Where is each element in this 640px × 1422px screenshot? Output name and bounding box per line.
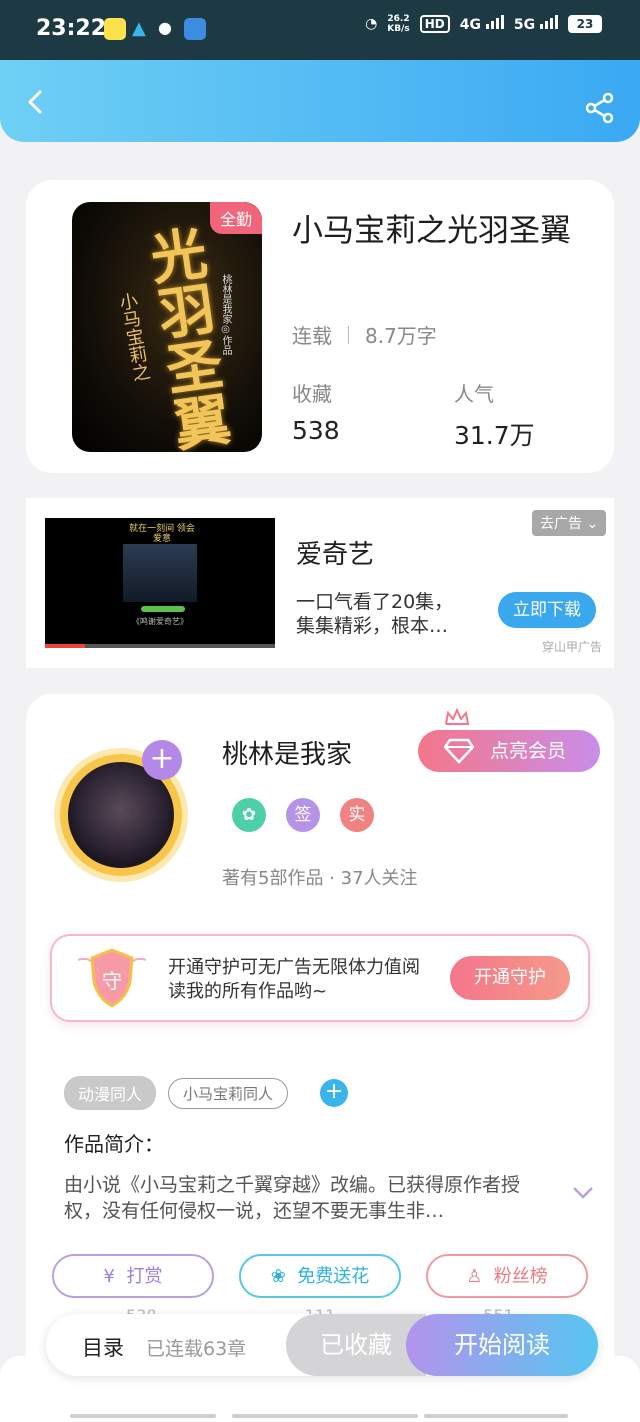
cover-author: 桃林是我家◎作品: [220, 274, 231, 355]
verified-badge: 实: [340, 798, 374, 832]
ad-description: 一口气看了20集，集集精彩，根本…: [296, 591, 454, 637]
word-count: 8.7万字: [365, 324, 437, 348]
clock: 23:22: [36, 16, 107, 41]
app-icon: [184, 18, 206, 40]
yen-icon: ¥: [103, 1266, 115, 1287]
ad-video-progress: [45, 644, 275, 648]
ad-video-caption: 就在一刻间 领会爱意: [129, 524, 195, 544]
signal-bars-icon: [540, 15, 558, 29]
bottom-action-bar: 目录 已连载63章 已收藏 开始阅读: [46, 1314, 598, 1376]
favorites-value: 538: [292, 416, 340, 445]
status-indicators: ◔ 26.2 KB/s HD 4G 5G 23: [365, 14, 602, 34]
divider: [348, 325, 349, 344]
book-meta: 连载 8.7万字: [292, 320, 437, 349]
ad-video[interactable]: 就在一刻间 领会爱意 《鸣谢爱奇艺》: [45, 518, 275, 648]
diamond-icon: [444, 738, 474, 764]
handshake-icon: ✿: [232, 798, 266, 832]
author-badges: ✿ 签 实: [232, 798, 374, 832]
ad-video-frame: [123, 544, 197, 602]
back-arrow-icon[interactable]: [24, 90, 48, 114]
toc-button[interactable]: 目录: [82, 1332, 124, 1362]
nav-indicator: [424, 1414, 568, 1418]
action-buttons: ¥ 打赏 ❀ 免费送花 ♙ 粉丝榜: [52, 1254, 588, 1298]
wechat-icon: ●: [158, 18, 180, 40]
top-nav: [0, 60, 640, 142]
qq-icon: ▲: [132, 18, 154, 40]
crown-icon: [445, 708, 470, 725]
follow-plus-icon[interactable]: +: [142, 740, 182, 780]
remove-ad-button[interactable]: 去广告 ⌄: [532, 510, 607, 536]
favorites-label: 收藏: [292, 382, 332, 406]
ad-video-credit: 《鸣谢爱奇艺》: [132, 617, 188, 626]
battery-icon: 23: [568, 15, 602, 33]
author-card: + 桃林是我家 点亮会员 ✿ 签 实 著有5部作品 · 37人关注 守 开通守护…: [26, 694, 614, 1422]
chevron-down-icon[interactable]: [572, 1186, 594, 1200]
nav-indicator: [232, 1414, 418, 1418]
ad-banner[interactable]: 就在一刻间 领会爱意 《鸣谢爱奇艺》 爱奇艺 一口气看了20集，集集精彩，根本……: [26, 498, 614, 668]
start-reading-button[interactable]: 开始阅读: [406, 1314, 598, 1376]
chapter-count: 已连载63章: [146, 1338, 247, 1360]
guard-button[interactable]: 开通守护: [450, 956, 570, 1000]
book-info-card: 光羽圣翼 小马宝莉之 桃林是我家◎作品 全勤 小马宝莉之光羽圣翼 连载 8.7万…: [26, 180, 614, 473]
tag-item[interactable]: 小马宝莉同人: [168, 1077, 289, 1109]
hd-badge: HD: [419, 15, 450, 33]
tag-list: 动漫同人 小马宝莉同人 +: [64, 1076, 349, 1110]
ad-video-download-bar: [141, 606, 185, 612]
collected-button[interactable]: 已收藏: [286, 1314, 426, 1376]
ad-download-button[interactable]: 立即下载: [498, 592, 596, 628]
fan-ranking-button[interactable]: ♙ 粉丝榜: [426, 1254, 588, 1298]
add-tag-icon[interactable]: +: [320, 1079, 349, 1107]
shield-icon: 守: [77, 948, 147, 1008]
popularity-label: 人气: [454, 382, 494, 406]
guard-banner[interactable]: 守 开通守护可无广告无限体力值阅读我的所有作品哟~ 开通守护: [50, 934, 590, 1022]
share-icon[interactable]: [584, 92, 616, 124]
book-title: 小马宝莉之光羽圣翼: [292, 213, 571, 249]
intro-label: 作品简介：: [64, 1132, 164, 1156]
user-icon: ♙: [466, 1266, 483, 1287]
author-name[interactable]: 桃林是我家: [222, 734, 352, 771]
chevron-down-icon: ⌄: [586, 516, 599, 532]
signal-5g: 5G: [514, 15, 558, 33]
send-flower-button[interactable]: ❀ 免费送花: [239, 1254, 401, 1298]
status-bar: 23:22 ▲ ● ◔ 26.2 KB/s HD 4G 5G 23: [0, 0, 640, 60]
notification-app-icon: [104, 18, 126, 40]
book-cover[interactable]: 光羽圣翼 小马宝莉之 桃林是我家◎作品 全勤: [72, 202, 262, 452]
popularity-value: 31.7万: [454, 421, 535, 450]
guard-text: 开通守护可无广告无限体力值阅读我的所有作品哟~: [168, 957, 420, 1002]
speedometer-icon: ◔: [365, 16, 378, 32]
ad-source: 穿山甲广告: [542, 640, 603, 654]
tip-button[interactable]: ¥ 打赏: [52, 1254, 214, 1298]
full-attendance-badge: 全勤: [209, 202, 262, 234]
network-speed: 26.2 KB/s: [387, 14, 410, 34]
author-stats: 著有5部作品 · 37人关注: [222, 868, 418, 889]
signal-4g: 4G: [460, 15, 504, 33]
signal-bars-icon: [485, 15, 504, 29]
shield-char: 守: [102, 969, 122, 993]
tag-item[interactable]: 动漫同人: [64, 1076, 157, 1110]
ad-app-name: 爱奇艺: [296, 540, 375, 570]
intro-text: 由小说《小马宝莉之千翼穿越》改编。已获得原作者授权，没有任何侵权一说，还望不要无…: [64, 1174, 521, 1222]
nav-indicator: [70, 1414, 216, 1418]
book-status: 连载: [292, 324, 332, 348]
signed-badge: 签: [286, 798, 320, 832]
flower-icon: ❀: [270, 1266, 286, 1287]
